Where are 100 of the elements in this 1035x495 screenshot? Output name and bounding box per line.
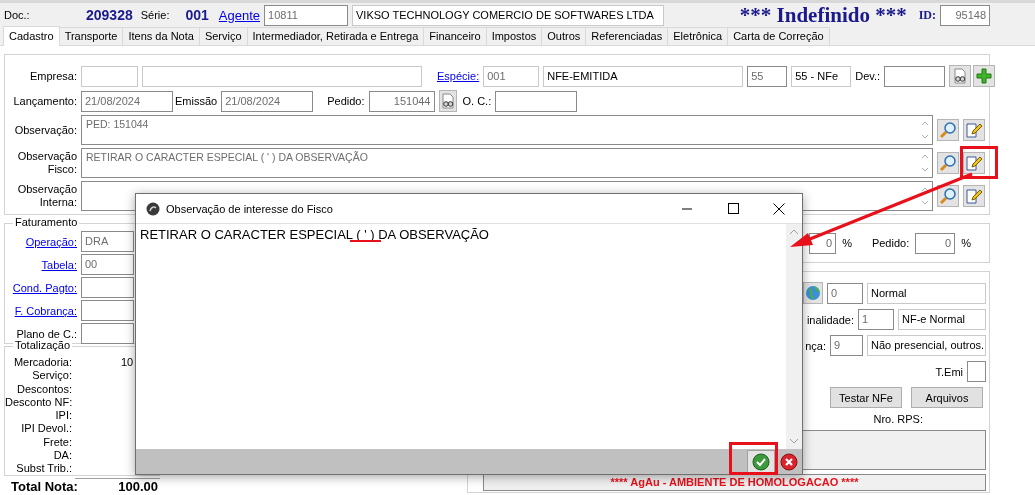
tab[interactable]: Impostos (485, 27, 543, 45)
field-label: Pedido: (871, 237, 910, 249)
field-label: Lançamento: (12, 95, 77, 107)
search-icon (939, 154, 957, 172)
edit-icon (965, 187, 983, 205)
text-area[interactable]: PED: 151044 (81, 115, 933, 145)
field-link[interactable]: Operação: (5, 235, 77, 248)
tab[interactable]: Carta de Correção (727, 27, 830, 45)
input-field[interactable]: NF-e Normal (898, 309, 986, 330)
input-field[interactable] (884, 65, 946, 87)
search-button[interactable] (937, 119, 959, 141)
edit-button[interactable] (963, 185, 985, 207)
field-label: T.Emi (935, 365, 963, 378)
input-field[interactable]: NFE-EMITIDA (543, 65, 744, 87)
field-label: IPI: (54, 409, 72, 423)
field-link[interactable]: F. Cobrança: (5, 304, 77, 317)
input-field[interactable] (81, 65, 138, 87)
scroll-arrows-icon (920, 185, 930, 207)
id-label: ID: (918, 7, 936, 23)
field-label: Observação: (13, 123, 77, 137)
search-button[interactable] (937, 152, 959, 174)
input-field[interactable]: 21/08/2024 (221, 90, 314, 112)
annotation-box (960, 146, 998, 179)
field-label: Série: (140, 9, 170, 21)
dialog-title: Observação de interesse do Fisco (166, 202, 333, 215)
globe-button[interactable] (803, 282, 823, 304)
field-link[interactable]: Espécie: (437, 70, 480, 82)
edit-icon (965, 154, 983, 172)
field-label: Observação Interna: (16, 183, 77, 209)
app-icon (146, 201, 160, 216)
field-label: Pedido: (327, 95, 365, 107)
input-field[interactable] (81, 277, 134, 298)
input-field[interactable]: 151044 (368, 90, 435, 112)
search-icon (939, 187, 957, 205)
field-label: Desconto NF: (5, 395, 72, 410)
group-title: Totalização (13, 339, 73, 351)
agent-code-field[interactable]: 10811 (264, 4, 349, 26)
tab[interactable]: Cadastro (3, 26, 60, 46)
add-button[interactable] (973, 65, 996, 87)
id-field[interactable]: 95148 (940, 4, 990, 26)
input-field[interactable] (142, 65, 422, 87)
input-field[interactable]: DRA (81, 231, 134, 252)
input-field[interactable]: Normal (867, 282, 986, 304)
input-field[interactable]: 0 (915, 232, 956, 254)
input-field[interactable]: 001 (483, 65, 540, 87)
amount-value: 10 (121, 356, 134, 370)
field-label: nça: (805, 339, 826, 352)
input-field[interactable]: 9 (830, 335, 863, 356)
action-button[interactable]: Testar NFe (830, 387, 902, 408)
edit-button[interactable] (963, 152, 985, 174)
action-button[interactable]: Arquivos (911, 387, 983, 408)
cancel-icon (780, 452, 798, 471)
environment-banner: **** AgAu - AMBIENTE DE HOMOLOGACAO **** (483, 474, 986, 491)
field-label: Subst Trib.: (15, 462, 72, 476)
search-button[interactable] (937, 185, 959, 207)
input-field[interactable]: 1 (858, 309, 894, 330)
document-number: 209328 (86, 7, 133, 23)
scroll-up-icon (789, 228, 799, 236)
input-field[interactable]: 0 (827, 282, 863, 304)
field-label: Empresa: (28, 70, 77, 82)
close-icon (773, 202, 785, 215)
glasses-document-icon (952, 68, 969, 84)
input-field[interactable] (81, 300, 134, 321)
field-link[interactable]: Agente (218, 7, 261, 23)
lookup-button[interactable] (438, 90, 457, 112)
input-field[interactable] (81, 323, 134, 344)
glasses-document-icon (439, 93, 456, 109)
annotation-underline (350, 240, 381, 242)
field-label: Observação Fisco: (16, 150, 77, 176)
input-field[interactable] (967, 361, 986, 382)
text-area[interactable]: RETIRAR O CARACTER ESPECIAL ( ' ) DA OBSERVAÇÃO (81, 148, 933, 178)
field-link[interactable]: Tabela: (5, 258, 77, 271)
agent-name-field[interactable]: VIKSO TECHNOLOGY COMERCIO DE SOFTWARES LTDA (352, 4, 665, 26)
edit-icon (965, 121, 983, 139)
input-field[interactable]: 55 - NFe (791, 65, 852, 87)
lookup-button[interactable] (949, 65, 972, 87)
edit-button[interactable] (963, 119, 985, 141)
unit-label: % (842, 237, 852, 249)
tab[interactable]: Transporte (58, 27, 124, 45)
scrollbar[interactable] (786, 224, 802, 449)
scroll-arrows-icon (920, 119, 930, 141)
input-field[interactable] (495, 90, 578, 112)
search-icon (939, 121, 957, 139)
confirm-button[interactable] (747, 449, 775, 474)
globe-icon (805, 285, 821, 301)
input-field[interactable]: 21/08/2024 (81, 90, 173, 112)
tab[interactable]: Serviço (198, 27, 248, 45)
field-label: Frete: (42, 435, 72, 450)
input-field[interactable]: 55 (747, 65, 788, 87)
maximize-icon (727, 203, 739, 214)
field-label: Emissão (175, 95, 218, 107)
input-field[interactable]: Não presencial, outros. (867, 335, 986, 356)
field-label: Mercadoria: (12, 356, 72, 370)
tab[interactable]: Intermediador, Retirada e Entrega (246, 27, 425, 45)
total-value: 100.00 (118, 479, 158, 494)
field-label: IPI Devol.: (20, 422, 72, 436)
field-label: Descontos: (15, 382, 72, 396)
field-link[interactable]: Cond. Pagto: (5, 281, 77, 294)
input-field[interactable]: 00 (81, 254, 134, 275)
scroll-down-icon (789, 437, 799, 445)
